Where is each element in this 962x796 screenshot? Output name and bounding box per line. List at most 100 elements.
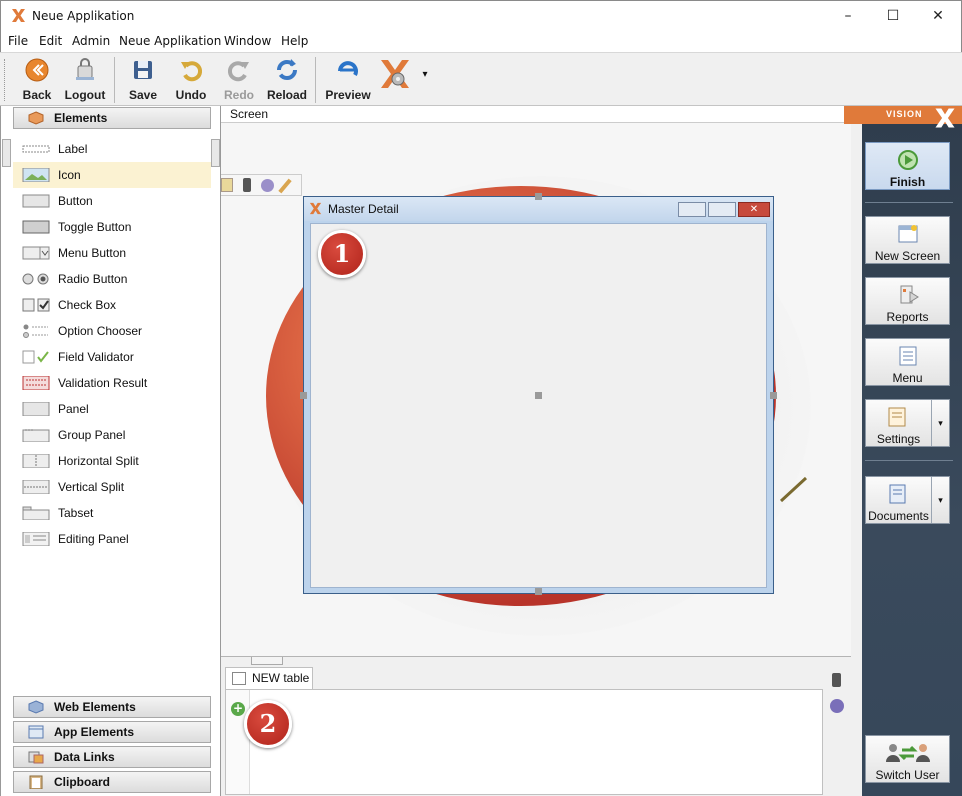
elements-section-header[interactable]: Elements [13,107,211,129]
element-horizontal-split[interactable]: Horizontal Split [13,448,211,474]
element-editing-panel[interactable]: Editing Panel [13,526,211,552]
master-detail-titlebar[interactable]: Master Detail ✕ [304,197,773,221]
documents-button[interactable]: Documents ▾ [865,476,950,524]
reports-button[interactable]: Reports [865,277,950,325]
web-elements-section-header[interactable]: Web Elements [13,696,211,718]
element-tabset[interactable]: Tabset [13,500,211,526]
reload-icon [277,59,297,80]
mobile-icon[interactable] [243,178,251,192]
maximize-button[interactable]: ☐ [870,1,916,32]
element-check-box[interactable]: Check Box [13,292,211,318]
back-button[interactable]: Back [18,57,56,103]
reload-button[interactable]: Reload [266,57,308,103]
menu-button[interactable]: Menu [865,338,950,386]
window-title: Neue Applikation [32,9,135,23]
editing-panel-icon [22,532,50,546]
add-row-icon[interactable]: + [231,702,245,716]
bottom-collapse-handle[interactable] [251,657,283,665]
element-panel[interactable]: Panel [13,396,211,422]
element-validation-result[interactable]: Validation Result [13,370,211,396]
mobile-icon[interactable] [832,673,841,687]
element-group-panel[interactable]: Group Panel [13,422,211,448]
web-globe-icon[interactable] [261,179,274,192]
toggle-button-icon [22,220,50,234]
elements-cube-icon [28,111,44,125]
menu-edit[interactable]: Edit [39,34,62,48]
web-globe-icon[interactable] [830,699,844,713]
menu-window[interactable]: Window [224,34,271,48]
design-canvas[interactable]: Screen Master Detail ✕ 1 [221,106,851,656]
button-icon [22,194,50,208]
table-gutter: + [226,690,250,794]
element-menu-button[interactable]: Menu Button [13,240,211,266]
dialog-restore-button[interactable] [708,202,736,217]
vertical-split-icon [22,480,50,494]
preview-button[interactable]: Preview [325,57,371,103]
element-radio-button[interactable]: Radio Button [13,266,211,292]
app-elements-section-header[interactable]: App Elements [13,721,211,743]
minimize-button[interactable]: – [825,1,871,32]
close-button[interactable]: ✕ [915,1,961,32]
element-label[interactable]: Label [13,136,211,162]
table-editor[interactable]: + [225,689,823,795]
dialog-close-button[interactable]: ✕ [738,202,770,217]
panel-icon [22,402,50,416]
resize-handle[interactable] [535,193,542,200]
data-links-section-header[interactable]: Data Links [13,746,211,768]
group-panel-icon [22,429,50,442]
toolbar-separator [114,57,115,103]
menu-bar: File Edit Admin Neue Applikation Window … [0,31,962,52]
resize-handle[interactable] [770,392,777,399]
element-field-validator[interactable]: Field Validator [13,344,211,370]
element-vertical-split[interactable]: Vertical Split [13,474,211,500]
resize-handle[interactable] [300,392,307,399]
radio-button-icon [22,273,49,285]
menu-admin[interactable]: Admin [72,34,110,48]
sidebar-separator [865,202,953,203]
callout-badge-1: 1 [318,230,366,278]
clipboard-icon [29,775,43,789]
element-icon[interactable]: Icon [13,162,211,188]
toolbar-grip[interactable] [4,59,7,101]
element-option-chooser[interactable]: Option Chooser [13,318,211,344]
element-button[interactable]: Button [13,188,211,214]
callout-badge-2: 2 [244,700,292,748]
element-toggle-button[interactable]: Toggle Button [13,214,211,240]
undo-button[interactable]: Undo [172,57,210,103]
visionx-sidebar: VISION Finish New Screen Reports Menu Se… [844,106,962,796]
pencil-icon[interactable] [278,178,292,194]
clipboard-section-header[interactable]: Clipboard [13,771,211,793]
bottom-side-toolbar [825,667,849,793]
app-logo-icon [12,9,25,22]
back-icon [25,58,49,82]
documents-dropdown-arrow[interactable]: ▾ [931,477,949,523]
tab-new-table[interactable]: NEW table [225,667,313,690]
resize-handle[interactable] [535,392,542,399]
master-detail-body[interactable] [310,223,767,588]
right-collapse-handle[interactable] [211,139,220,167]
switch-user-button[interactable]: Switch User [865,735,950,783]
element-mini-toolbar [221,174,302,196]
menu-file[interactable]: File [8,34,28,48]
visionx-tools-button[interactable] [378,57,414,103]
settings-icon [888,407,906,427]
elements-panel: Elements Label Icon Button Toggle Button… [0,106,221,796]
save-button[interactable]: Save [124,57,162,103]
finish-button[interactable]: Finish [865,142,950,190]
database-icon[interactable] [221,178,233,192]
redo-button[interactable]: Redo [220,57,258,103]
resize-handle[interactable] [535,588,542,595]
master-detail-window[interactable]: Master Detail ✕ [300,193,777,595]
visionx-brand-bar: VISION [844,106,962,128]
menu-neue-applikation[interactable]: Neue Applikation [119,34,221,48]
table-icon [232,672,246,685]
menu-help[interactable]: Help [281,34,308,48]
logout-button[interactable]: Logout [62,57,108,103]
title-bar: Neue Applikation – ☐ ✕ [0,0,962,31]
new-screen-button[interactable]: New Screen [865,216,950,264]
settings-dropdown-arrow[interactable]: ▾ [931,400,949,446]
left-collapse-handle[interactable] [2,139,11,167]
dialog-minimize-button[interactable] [678,202,706,217]
settings-button[interactable]: Settings ▾ [865,399,950,447]
validation-result-icon [22,376,50,390]
